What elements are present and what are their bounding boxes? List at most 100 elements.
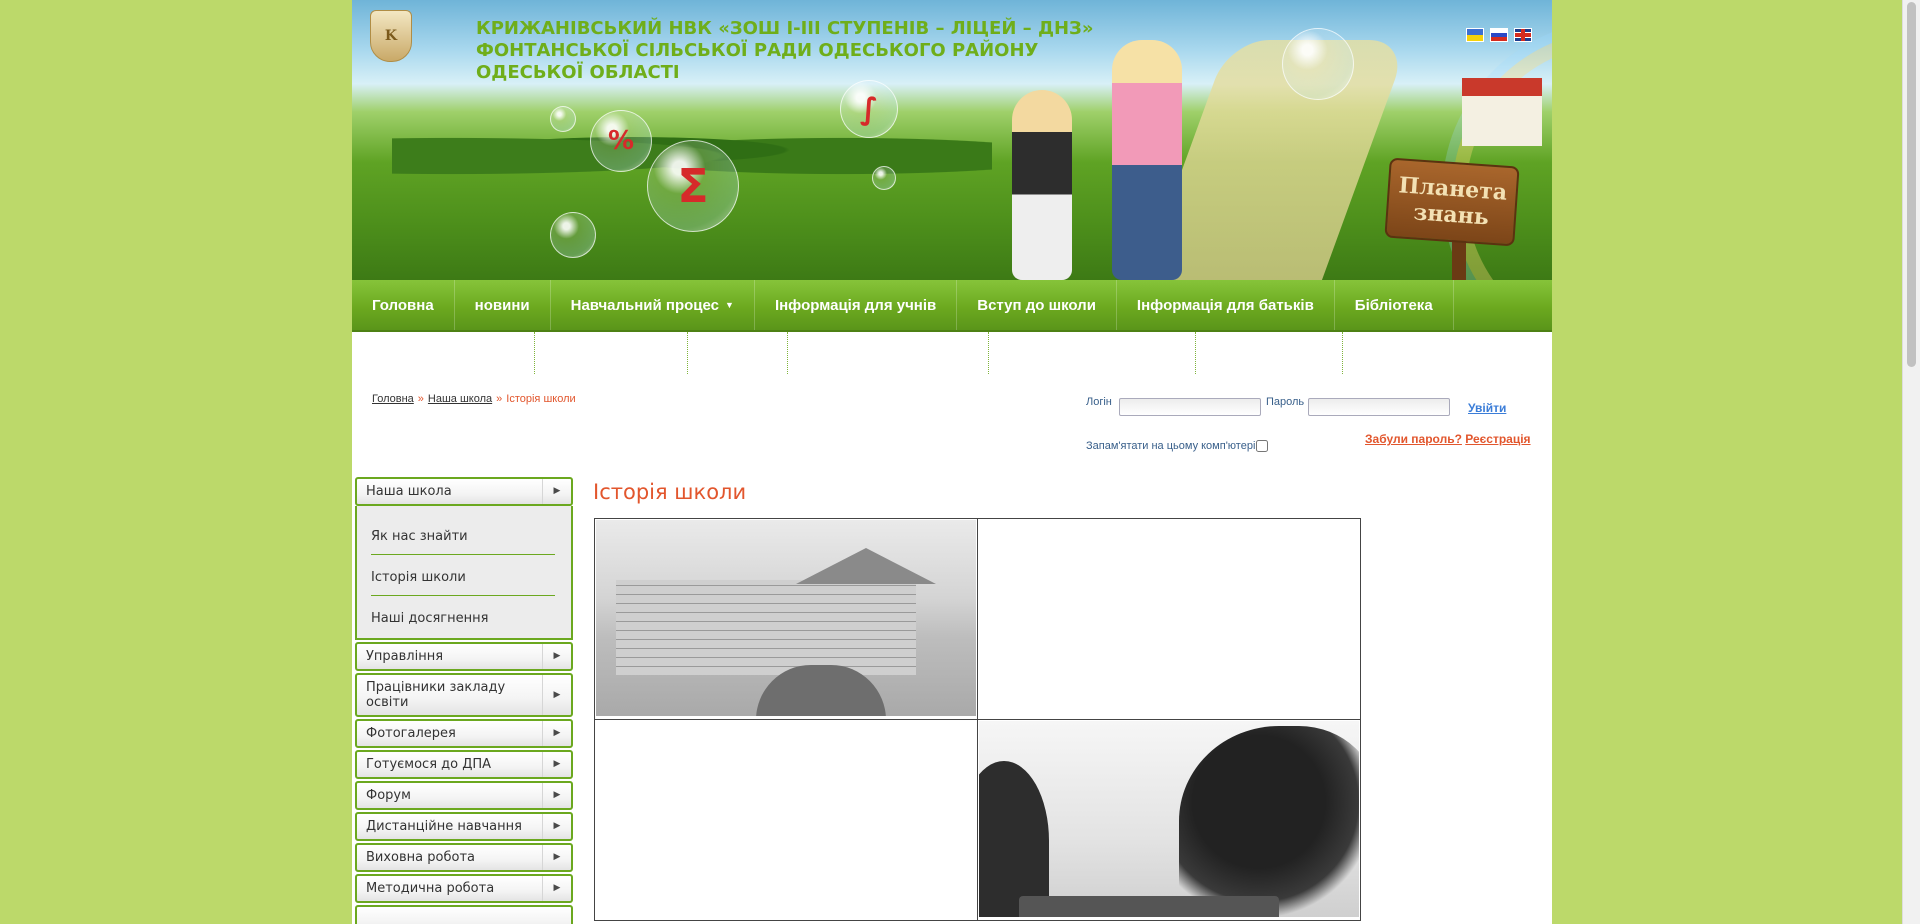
breadcrumb-home-link[interactable]: Головна	[372, 393, 414, 405]
planet-of-knowledge-sign: Планета знань	[1384, 157, 1520, 247]
photo-tree	[979, 761, 1049, 917]
bubble-small	[550, 106, 576, 132]
site-title[interactable]: КРИЖАНІВСЬКИЙ НВК «ЗОШ І-ІІІ СТУПЕНІВ – …	[476, 18, 1096, 84]
table-cell	[594, 518, 978, 720]
photo-table	[594, 518, 1361, 921]
sidebar-item-label: Методична робота	[366, 881, 495, 896]
nav-item-library[interactable]: Бібліотека	[1335, 280, 1454, 330]
login-button[interactable]: Увійти	[1468, 401, 1506, 415]
scrollbar[interactable]	[1902, 0, 1920, 924]
auth-links: Забули пароль? Реєстрація	[1365, 432, 1531, 446]
submenu-item-achievements[interactable]: Наші досягнення	[371, 596, 555, 636]
sidebar-item-label: Форум	[366, 788, 411, 803]
sidebar-item-label: Дистанційне навчання	[366, 819, 522, 834]
sidebar-item-upbringing[interactable]: Виховна робота ▶	[355, 843, 573, 872]
remember-me[interactable]: Запам'ятати на цьому комп'ютері	[1086, 440, 1269, 452]
breadcrumb-separator: »	[496, 393, 503, 405]
sidebar-item-methodical-work[interactable]: Методична робота ▶	[355, 874, 573, 903]
submenu-item-how-to-find-us[interactable]: Як нас знайти	[371, 514, 555, 555]
photo-school-construction[interactable]	[596, 520, 976, 716]
nav-item-learning-process[interactable]: Навчальний процес ▼	[551, 280, 755, 330]
remember-me-checkbox[interactable]	[1256, 440, 1269, 452]
caret-down-icon: ▼	[725, 300, 734, 310]
photo-tree	[1179, 726, 1359, 916]
subnav-divider	[787, 332, 789, 374]
table-row	[594, 518, 1361, 720]
submenu-item-school-history[interactable]: Історія школи	[371, 555, 555, 596]
boy-figure	[1012, 90, 1072, 280]
subnav-divider	[988, 332, 990, 374]
sidebar-menu: Наша школа ▶ Як нас знайти Історія школи…	[355, 477, 573, 924]
bubble-small	[872, 166, 896, 190]
nav-item-home[interactable]: Головна	[352, 280, 455, 330]
subnav-divider	[687, 332, 689, 374]
arrow-right-icon[interactable]: ▶	[542, 644, 571, 669]
bubble-sigma: Σ	[647, 140, 739, 232]
header-banner: % Σ ∫ K КРИЖАНІВСЬКИЙ НВК «ЗОШ І-ІІІ СТУ…	[352, 0, 1552, 280]
photo-roofline	[1019, 896, 1279, 917]
sidebar-item-staff[interactable]: Працівники закладу освіти ▶	[355, 673, 573, 717]
arrow-right-icon[interactable]: ▶	[542, 752, 571, 777]
nav-item-admission[interactable]: Вступ до школи	[957, 280, 1117, 330]
register-link[interactable]: Реєстрація	[1465, 432, 1530, 446]
bubble-globe	[1282, 28, 1354, 100]
sidebar-item-photo-gallery[interactable]: Фотогалерея ▶	[355, 719, 573, 748]
login-input[interactable]	[1119, 398, 1261, 416]
girl-figure	[1112, 40, 1182, 280]
breadcrumb-current: Історія школи	[506, 393, 576, 405]
subnav-strip	[352, 332, 1552, 374]
arrow-right-icon[interactable]: ▶	[542, 783, 571, 808]
forgot-password-link[interactable]: Забули пароль?	[1365, 432, 1462, 446]
arrow-right-icon[interactable]: ▶	[542, 721, 571, 746]
nav-item-label: новини	[474, 296, 530, 314]
sidebar-item-more[interactable]	[355, 905, 573, 924]
sidebar-item-our-school[interactable]: Наша школа ▶	[355, 477, 573, 506]
house-decoration	[1462, 78, 1542, 146]
password-label: Пароль	[1266, 396, 1305, 408]
sidebar-item-management[interactable]: Управління ▶	[355, 642, 573, 671]
table-row	[594, 719, 1361, 921]
sidebar-item-label: Фотогалерея	[366, 726, 456, 741]
photo-roof	[796, 548, 936, 584]
sidebar-item-forum[interactable]: Форум ▶	[355, 781, 573, 810]
sidebar-item-label: Готуємося до ДПА	[366, 757, 492, 772]
photo-walls	[616, 580, 916, 675]
sidebar-item-label: Наша школа	[366, 484, 452, 499]
sidebar-item-exam-prep[interactable]: Готуємося до ДПА ▶	[355, 750, 573, 779]
flag-uk-icon[interactable]	[1514, 28, 1532, 42]
sidebar-item-label: Працівники закладу освіти	[366, 680, 506, 710]
arrow-right-icon[interactable]: ▶	[542, 675, 571, 715]
table-cell	[977, 719, 1361, 921]
sidebar-submenu: Як нас знайти Історія школи Наші досягне…	[355, 506, 573, 640]
main-nav: Головна новини Навчальний процес ▼ Інформ…	[352, 280, 1552, 332]
arrow-right-icon[interactable]: ▶	[542, 479, 571, 504]
photo-school-trees[interactable]	[979, 721, 1359, 917]
nav-item-students-info[interactable]: Інформація для учнів	[755, 280, 958, 330]
language-switcher	[1466, 28, 1532, 42]
subnav-divider	[1195, 332, 1197, 374]
flag-russia-icon[interactable]	[1490, 28, 1508, 42]
subnav-divider	[534, 332, 536, 374]
nav-item-label: Бібліотека	[1354, 296, 1433, 314]
page-title: Історія школи	[593, 480, 747, 504]
arrow-right-icon[interactable]: ▶	[542, 814, 571, 839]
scrollbar-thumb[interactable]	[1907, 2, 1916, 367]
table-cell-empty	[594, 719, 978, 921]
nav-item-label: Інформація для учнів	[774, 296, 937, 314]
school-logo[interactable]: K	[370, 10, 412, 62]
subnav-divider	[1342, 332, 1344, 374]
sidebar-item-distance-learning[interactable]: Дистанційне навчання ▶	[355, 812, 573, 841]
bubble-small	[550, 212, 596, 258]
breadcrumb-section-link[interactable]: Наша школа	[428, 393, 492, 405]
nav-item-parents-info[interactable]: Інформація для батьків	[1117, 280, 1335, 330]
page: % Σ ∫ K КРИЖАНІВСЬКИЙ НВК «ЗОШ І-ІІІ СТУ…	[352, 0, 1552, 924]
arrow-right-icon[interactable]: ▶	[542, 876, 571, 901]
password-input[interactable]	[1308, 398, 1450, 416]
nav-item-label: Навчальний процес	[570, 296, 720, 314]
remember-me-label: Запам'ятати на цьому комп'ютері	[1086, 440, 1256, 452]
nav-item-label: Вступ до школи	[977, 296, 1096, 314]
arrow-right-icon[interactable]: ▶	[542, 845, 571, 870]
flag-ukraine-icon[interactable]	[1466, 28, 1484, 42]
nav-item-news[interactable]: новини	[455, 280, 551, 330]
breadcrumb-separator: »	[417, 393, 424, 405]
